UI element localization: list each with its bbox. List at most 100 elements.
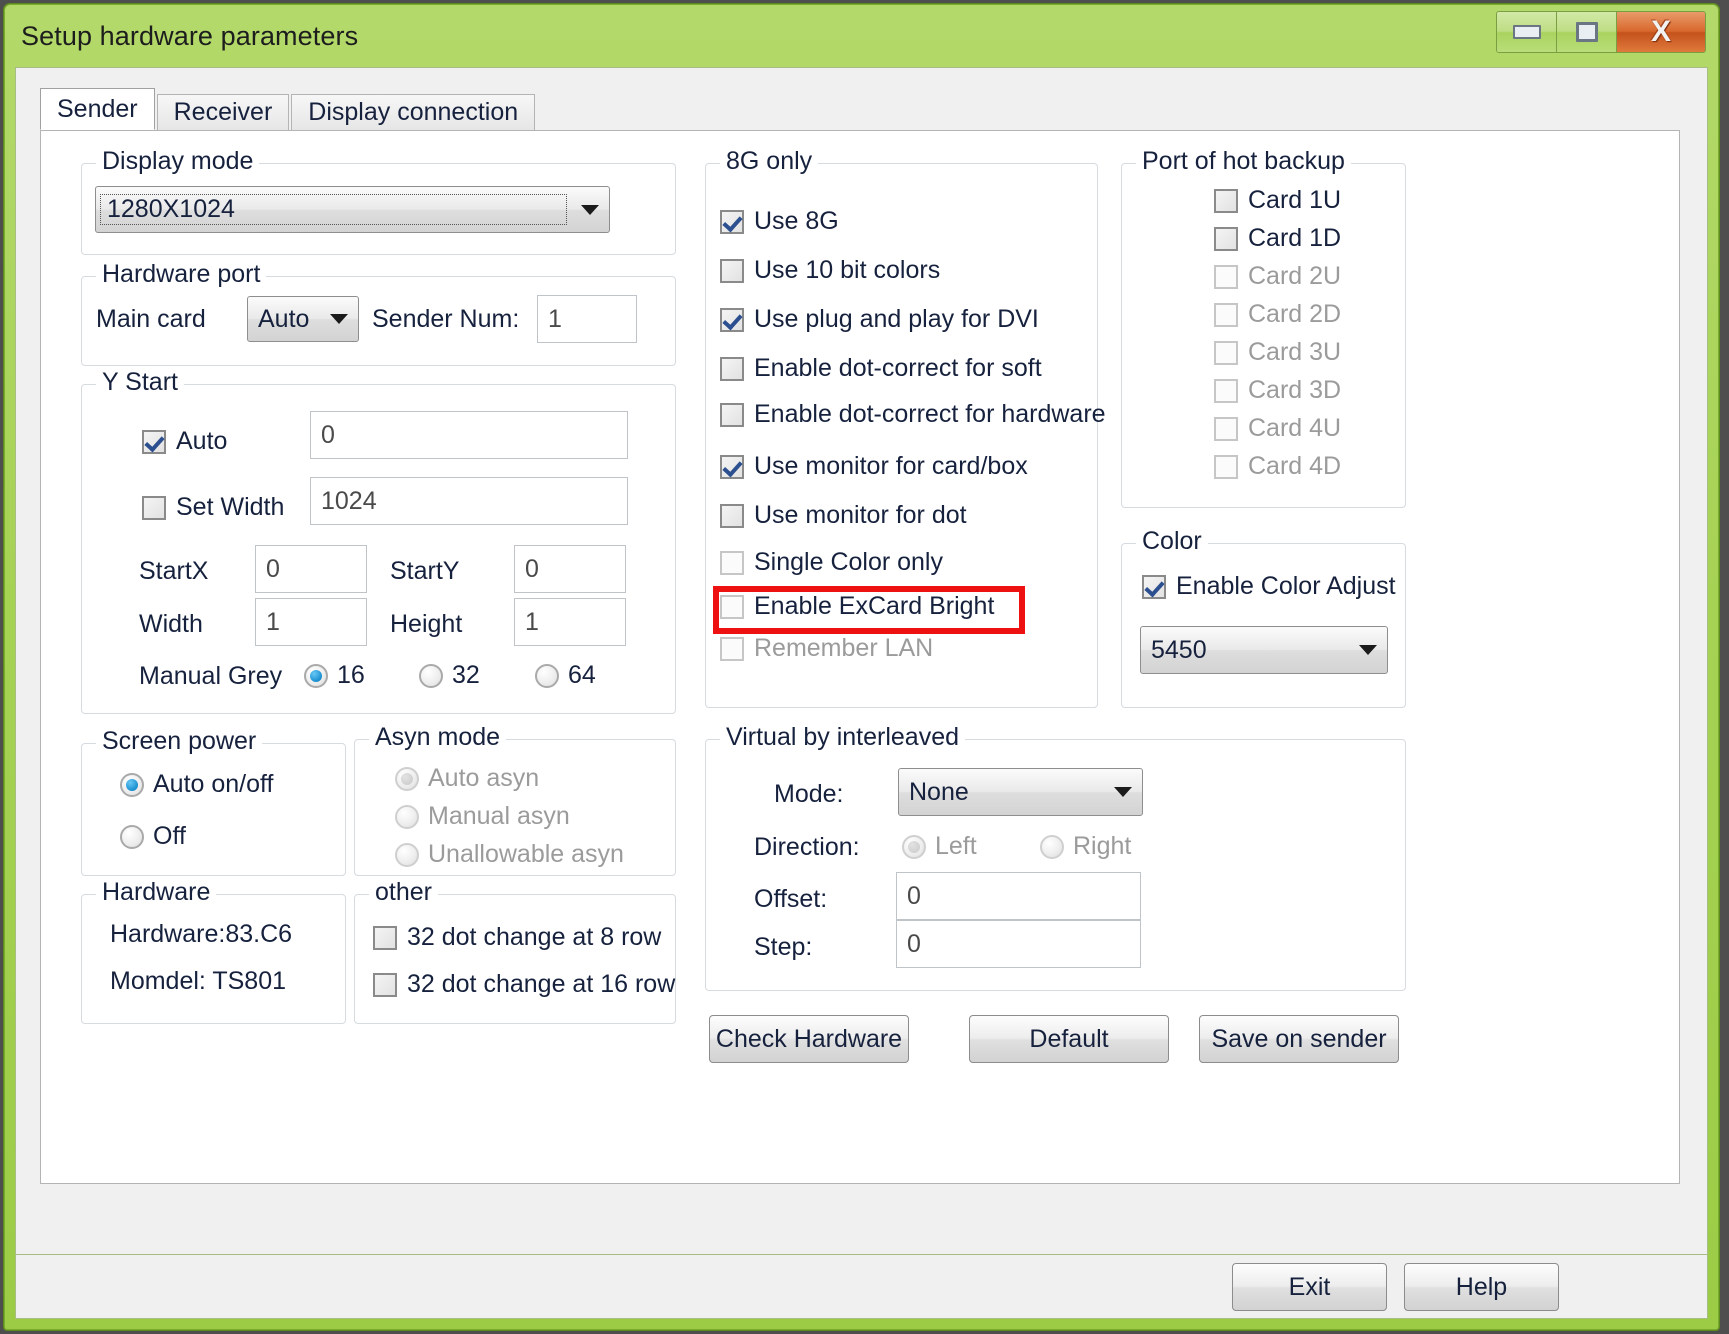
group-hardware: Hardware Hardware:83.C6 Momdel: TS801 [81,878,346,1024]
color-value-combo[interactable]: 5450 [1140,626,1388,674]
radio-icon [304,663,328,688]
mode-value: None [909,777,969,806]
radio-icon [120,772,144,797]
screen-power-off-label: Off [153,822,186,850]
checkbox-icon [720,402,744,427]
y-start-setwidth-input[interactable]: 1024 [310,477,628,525]
checkbox-single-color-only[interactable]: Single Color only [720,548,943,577]
checkbox-icon [1214,264,1238,289]
startx-label: StartX [139,557,209,585]
checkbox-icon [720,356,744,381]
main-card-combo[interactable]: Auto [247,296,359,342]
offset-input[interactable]: 0 [896,872,1141,920]
monitor-for-dot-label: Use monitor for dot [754,501,967,529]
checkbox-use-plug-and-play-dvi[interactable]: Use plug and play for DVI [720,305,1039,334]
starty-input[interactable]: 0 [514,545,626,593]
asyn-mode-unallowable-label: Unallowable asyn [428,840,624,868]
remember-lan-label: Remember LAN [754,634,934,662]
checkbox-remember-lan: Remember LAN [720,634,933,663]
monitor-card-box-label: Use monitor for card/box [754,452,1028,480]
asyn-mode-manual-label: Manual asyn [428,802,570,830]
checkbox-monitor-card-box[interactable]: Use monitor for card/box [720,452,1028,481]
manual-grey-radio-16[interactable]: 16 [304,661,365,690]
display-mode-combo[interactable]: 1280X1024 [95,186,610,233]
checkbox-icon [1214,188,1238,213]
checkbox-use-8g[interactable]: Use 8G [720,207,839,236]
checkbox-icon [142,429,166,454]
save-on-sender-button[interactable]: Save on sender [1199,1015,1399,1063]
use-8g-label: Use 8G [754,207,839,235]
group-virtual-by-interleaved: Virtual by interleaved Mode: None Direct… [705,723,1406,991]
checkbox-enable-excard-bright[interactable]: Enable ExCard Bright [720,592,994,621]
manual-grey-radio-32[interactable]: 32 [419,661,480,690]
card-1u-label: Card 1U [1248,186,1342,214]
group-virtual-by-interleaved-label: Virtual by interleaved [720,723,966,752]
check-hardware-button[interactable]: Check Hardware [709,1015,909,1063]
sender-num-label: Sender Num: [372,305,520,333]
enable-excard-bright-label: Enable ExCard Bright [754,592,995,620]
checkbox-card-3d: Card 3D [1214,376,1341,405]
group-screen-power-label: Screen power [96,727,263,756]
manual-grey-64-label: 64 [568,661,596,689]
y-start-auto-input[interactable]: 0 [310,411,628,459]
direction-label: Direction: [754,833,860,861]
help-button[interactable]: Help [1404,1263,1559,1311]
manual-grey-radio-64[interactable]: 64 [535,661,596,690]
checkbox-card-4d: Card 4D [1214,452,1341,481]
y-start-setwidth-label: Set Width [176,493,285,521]
main-window: Setup hardware parameters X Sender Recei… [4,4,1719,1330]
mode-combo[interactable]: None [898,768,1143,816]
close-button[interactable]: X [1617,12,1705,52]
screen-power-radio-auto[interactable]: Auto on/off [120,770,273,799]
checkbox-card-1d[interactable]: Card 1D [1214,224,1341,253]
title-bar[interactable]: Setup hardware parameters X [5,5,1718,67]
group-port-hot-backup-label: Port of hot backup [1136,147,1351,176]
radio-icon [395,842,419,867]
group-screen-power: Screen power Auto on/off Off [81,727,346,876]
checkbox-icon [720,594,744,619]
direction-radio-left: Left [902,832,977,861]
card-1d-label: Card 1D [1248,224,1342,252]
direction-right-label: Right [1073,832,1132,860]
group-hardware-label: Hardware [96,878,217,907]
checkbox-card-1u[interactable]: Card 1U [1214,186,1341,215]
height-input[interactable]: 1 [514,598,626,646]
startx-input[interactable]: 0 [255,545,367,593]
checkbox-icon [1214,302,1238,327]
checkbox-icon [1214,454,1238,479]
y-start-setwidth-checkbox[interactable]: Set Width [142,493,284,522]
checkbox-icon [1214,378,1238,403]
card-3d-label: Card 3D [1248,376,1342,404]
tab-receiver[interactable]: Receiver [156,94,290,130]
checkbox-card-4u: Card 4U [1214,414,1341,443]
tab-sender[interactable]: Sender [40,88,155,130]
client-area: Sender Receiver Display connection Displ… [15,67,1708,1255]
minimize-button[interactable] [1497,12,1557,52]
y-start-auto-checkbox[interactable]: Auto [142,427,227,456]
checkbox-use-10-bit-colors[interactable]: Use 10 bit colors [720,256,940,285]
checkbox-monitor-for-dot[interactable]: Use monitor for dot [720,501,967,530]
checkbox-enable-color-adjust[interactable]: Enable Color Adjust [1142,572,1396,601]
other-checkbox-8row[interactable]: 32 dot change at 8 row [373,923,661,952]
checkbox-dot-correct-hardware[interactable]: Enable dot-correct for hardware [720,400,1106,429]
chevron-down-icon [320,314,358,324]
tab-display-connection[interactable]: Display connection [291,94,536,130]
direction-radio-right: Right [1040,832,1131,861]
other-8row-label: 32 dot change at 8 row [407,923,662,951]
sender-num-input[interactable]: 1 [537,295,637,343]
checkbox-dot-correct-soft[interactable]: Enable dot-correct for soft [720,354,1042,383]
default-button[interactable]: Default [969,1015,1169,1063]
maximize-button[interactable] [1557,12,1617,52]
checkbox-icon [720,550,744,575]
screen-power-radio-off[interactable]: Off [120,822,186,851]
other-checkbox-16row[interactable]: 32 dot change at 16 row [373,970,675,999]
exit-button[interactable]: Exit [1232,1263,1387,1311]
window-controls: X [1496,11,1706,53]
screen-power-auto-label: Auto on/off [153,770,274,798]
width-input[interactable]: 1 [255,598,367,646]
group-hardware-port: Hardware port Main card Auto Sender Num:… [81,260,676,366]
step-input[interactable]: 0 [896,920,1141,968]
tab-page-sender: Display mode 1280X1024 Hardware port Mai… [40,130,1680,1184]
height-label: Height [390,610,463,638]
card-2d-label: Card 2D [1248,300,1342,328]
